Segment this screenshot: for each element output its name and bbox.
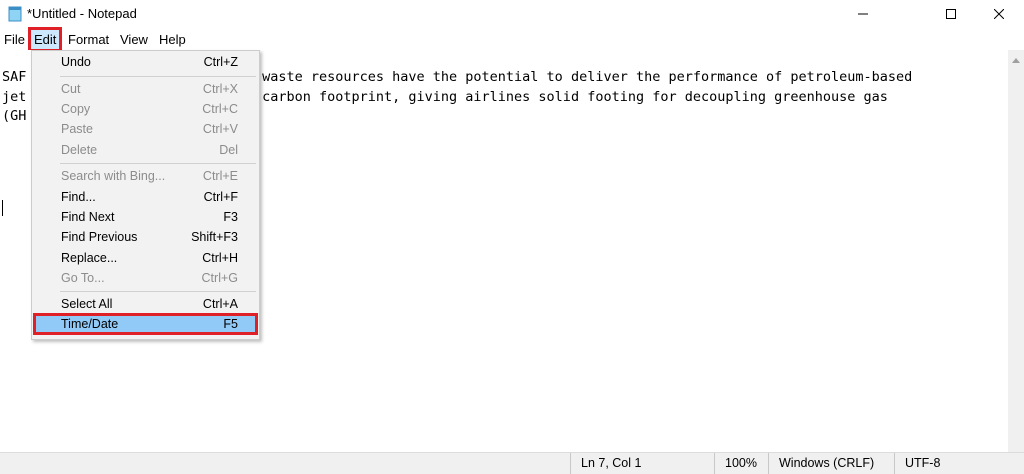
encoding: UTF-8: [894, 453, 1015, 474]
vertical-scrollbar[interactable]: [1008, 50, 1024, 452]
close-button[interactable]: [976, 0, 1022, 28]
line-endings: Windows (CRLF): [768, 453, 894, 474]
menu-view[interactable]: View: [116, 29, 152, 50]
window-title: *Untitled - Notepad: [27, 6, 137, 21]
menu-format[interactable]: Format: [64, 29, 113, 50]
menu-separator: [60, 163, 256, 164]
menu-item-cut[interactable]: Cut Ctrl+X: [34, 79, 257, 99]
menu-item-find-previous[interactable]: Find Previous Shift+F3: [34, 227, 257, 247]
edit-menu-dropdown: Undo Ctrl+Z Cut Ctrl+X Copy Ctrl+C Paste…: [31, 50, 260, 340]
menu-edit[interactable]: Edit: [27, 27, 63, 52]
scroll-up-icon[interactable]: [1012, 58, 1020, 63]
text-caret: [2, 200, 3, 216]
close-icon: [994, 9, 1004, 19]
menu-item-find[interactable]: Find... Ctrl+F: [34, 187, 257, 207]
minimize-button[interactable]: [840, 0, 886, 28]
notepad-icon: [8, 6, 22, 22]
zoom-level: 100%: [714, 453, 769, 474]
menu-separator: [60, 76, 256, 77]
menu-file[interactable]: File: [0, 29, 29, 50]
status-bar: Ln 7, Col 1 100% Windows (CRLF) UTF-8: [0, 452, 1024, 474]
title-bar: *Untitled - Notepad: [0, 0, 1024, 28]
menu-item-delete[interactable]: Delete Del: [34, 140, 257, 160]
menu-help[interactable]: Help: [155, 29, 190, 50]
menu-separator: [60, 291, 256, 292]
menu-item-time-date[interactable]: Time/Date F5: [33, 313, 258, 335]
minimize-icon: [858, 13, 868, 15]
menu-item-undo[interactable]: Undo Ctrl+Z: [34, 52, 257, 72]
menu-item-go-to[interactable]: Go To... Ctrl+G: [34, 268, 257, 288]
cursor-position: Ln 7, Col 1: [570, 453, 714, 474]
menu-item-replace[interactable]: Replace... Ctrl+H: [34, 248, 257, 268]
menu-item-search-bing[interactable]: Search with Bing... Ctrl+E: [34, 166, 257, 186]
menu-item-copy[interactable]: Copy Ctrl+C: [34, 99, 257, 119]
menu-bar: File Edit Format View Help: [0, 27, 1024, 52]
maximize-icon: [946, 9, 956, 19]
editor-line: (GH: [2, 108, 27, 124]
menu-item-paste[interactable]: Paste Ctrl+V: [34, 119, 257, 139]
menu-item-select-all[interactable]: Select All Ctrl+A: [34, 294, 257, 314]
maximize-button[interactable]: [928, 0, 974, 28]
menu-item-find-next[interactable]: Find Next F3: [34, 207, 257, 227]
